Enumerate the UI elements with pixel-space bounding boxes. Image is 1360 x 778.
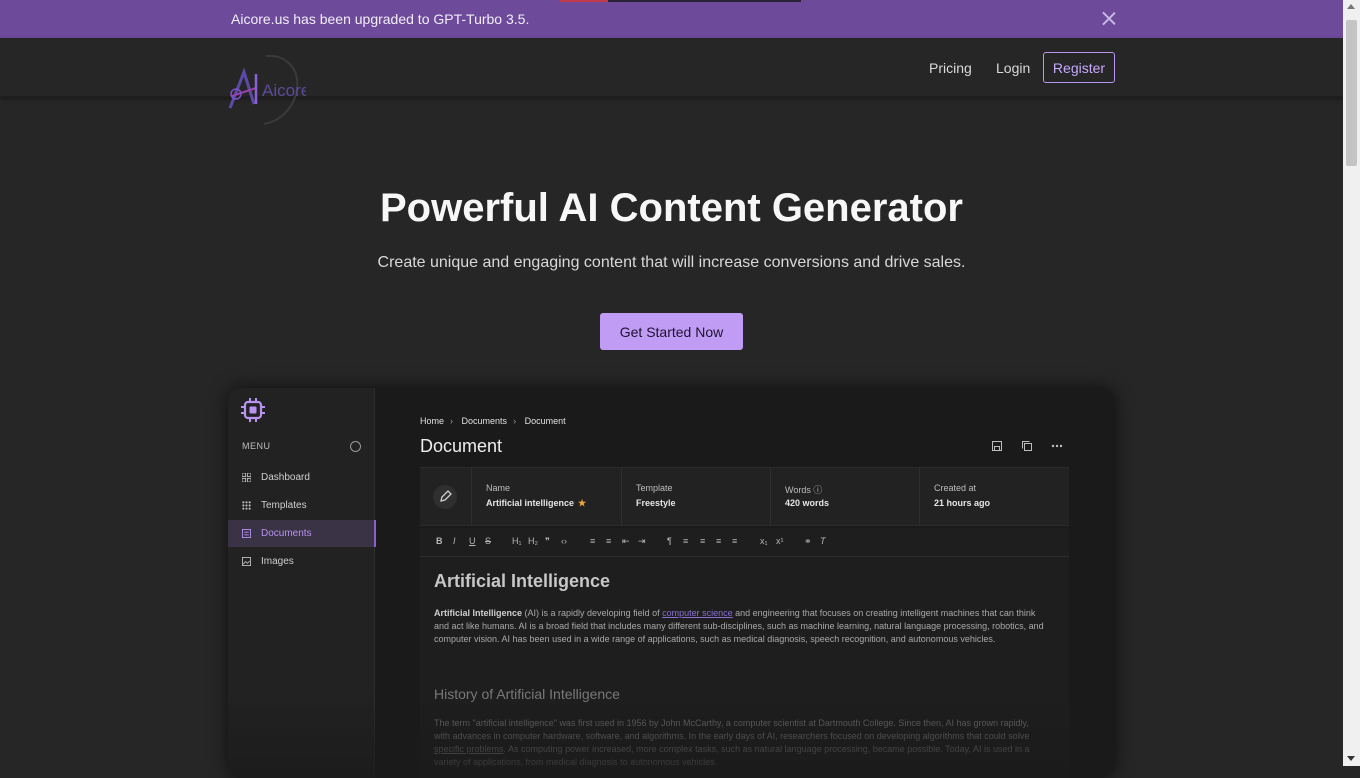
sidebar-item-label: Dashboard [261, 472, 310, 483]
subscript-button[interactable]: x₁ [760, 536, 768, 546]
meta-created: Created at 21 hours ago [919, 468, 1070, 525]
copy-icon[interactable] [1021, 440, 1033, 452]
meta-value: Artificial intelligence ★ [486, 498, 587, 508]
sidebar-item-documents[interactable]: Documents [228, 520, 376, 547]
superscript-button[interactable]: x¹ [776, 536, 784, 546]
banner-text: Aicore.us has been upgraded to GPT-Turbo… [231, 11, 530, 27]
dashboard-icon [242, 473, 251, 482]
nav-login[interactable]: Login [996, 60, 1030, 76]
meta-value: 420 words [785, 498, 830, 508]
computer-science-link[interactable]: computer science [662, 608, 733, 618]
info-icon: ⓘ [813, 485, 823, 495]
meta-name: Name Artificial intelligence ★ [471, 468, 622, 525]
breadcrumb: Home › Documents › Document [420, 416, 572, 426]
palette-icon[interactable] [350, 441, 361, 452]
align-right-icon[interactable]: ≡ [716, 536, 721, 546]
align-justify-icon[interactable]: ≡ [732, 536, 737, 546]
quote-icon[interactable]: ❞ [545, 536, 550, 547]
register-button[interactable]: Register [1043, 52, 1115, 83]
announcement-banner: Aicore.us has been upgraded to GPT-Turbo… [0, 0, 1343, 38]
meta-label: Words ⓘ [785, 485, 823, 495]
meta-template: Template Freestyle [621, 468, 771, 525]
heading1-button[interactable]: H₁ [512, 536, 522, 546]
underline-button[interactable]: U [469, 536, 476, 546]
get-started-button[interactable]: Get Started Now [600, 313, 743, 350]
banner-stripe [608, 0, 801, 2]
hero-subtitle: Create unique and engaging content that … [377, 254, 966, 271]
preview-main: Home › Documents › Document Document Name … [375, 388, 1115, 778]
sidebar-item-templates[interactable]: Templates [228, 492, 374, 519]
image-icon [242, 557, 251, 566]
sidebar-item-label: Documents [261, 528, 312, 539]
heading2-button[interactable]: H₂ [528, 536, 538, 546]
article-paragraph: The term "artificial intelligence" was f… [434, 718, 1030, 767]
meta-label: Created at [934, 483, 977, 493]
page-scrollbar[interactable] [1343, 0, 1360, 766]
logo-text: Aicore [262, 81, 306, 100]
star-icon[interactable]: ★ [578, 498, 586, 508]
menu-label: MENU [242, 441, 271, 451]
align-center-icon[interactable]: ≡ [700, 536, 705, 546]
grid-icon [242, 501, 251, 510]
sidebar-item-dashboard[interactable]: Dashboard [228, 464, 374, 491]
meta-label: Template [636, 483, 673, 493]
outdent-icon[interactable]: ⇤ [622, 536, 630, 547]
breadcrumb-documents[interactable]: Documents [462, 416, 508, 426]
save-icon[interactable] [991, 440, 1003, 452]
meta-words: Words ⓘ 420 words [770, 468, 920, 525]
document-meta: Name Artificial intelligence ★ Template F… [420, 467, 1069, 526]
document-icon [242, 529, 251, 538]
ordered-list-icon[interactable]: ≡ [590, 536, 595, 546]
article-paragraph: Artificial Intelligence (AI) is a rapidl… [434, 608, 1044, 644]
preview-sidebar: MENU Dashboard Templates Documents Image… [228, 388, 376, 778]
article-subheading: History of Artificial Intelligence [434, 686, 620, 702]
meta-value: Freestyle [636, 498, 676, 508]
aicore-logo[interactable]: Aicore [226, 52, 306, 128]
breadcrumb-home[interactable]: Home [420, 416, 444, 426]
breadcrumb-document: Document [524, 416, 566, 426]
bold-button[interactable]: B [436, 536, 443, 546]
more-icon[interactable] [1051, 440, 1063, 452]
strike-button[interactable]: S [485, 536, 491, 546]
hero-title: Powerful AI Content Generator [379, 186, 963, 230]
chevron-right-icon: › [513, 416, 517, 426]
close-icon[interactable] [1101, 11, 1116, 26]
site-header [0, 38, 1343, 97]
italic-button[interactable]: I [453, 536, 456, 546]
indent-icon[interactable]: ⇥ [638, 536, 646, 547]
scroll-down-icon[interactable] [1347, 756, 1355, 761]
code-icon[interactable]: ‹› [561, 536, 567, 546]
direction-icon[interactable]: ¶ [667, 536, 672, 546]
meta-label: Name [486, 483, 511, 493]
sidebar-item-label: Templates [261, 500, 307, 511]
document-title: Document [420, 436, 503, 456]
edit-icon[interactable] [433, 485, 457, 509]
align-left-icon[interactable]: ≡ [683, 536, 688, 546]
app-preview: MENU Dashboard Templates Documents Image… [228, 388, 1115, 778]
link-icon[interactable]: ⚭ [804, 536, 812, 547]
chevron-right-icon: › [450, 416, 454, 426]
scroll-thumb[interactable] [1346, 20, 1357, 166]
chip-logo-icon [241, 398, 265, 422]
banner-stripe [560, 0, 608, 2]
editor-toolbar: B I U S H₁ H₂ ❞ ‹› ≡ ≡ ⇤ ⇥ ¶ ≡ ≡ ≡ ≡ x₁ … [420, 528, 1069, 557]
nav-pricing[interactable]: Pricing [929, 60, 972, 76]
meta-value: 21 hours ago [934, 498, 991, 508]
bullet-list-icon[interactable]: ≡ [606, 536, 611, 546]
specific-problems-link[interactable]: specific problems [434, 744, 504, 754]
article-heading: Artificial Intelligence [434, 571, 611, 591]
scroll-up-icon[interactable] [1347, 4, 1355, 9]
clear-format-icon[interactable]: T [820, 536, 826, 546]
sidebar-item-label: Images [261, 556, 294, 567]
document-content[interactable]: Artificial Intelligence Artificial Intel… [420, 557, 1069, 778]
sidebar-item-images[interactable]: Images [228, 548, 374, 575]
